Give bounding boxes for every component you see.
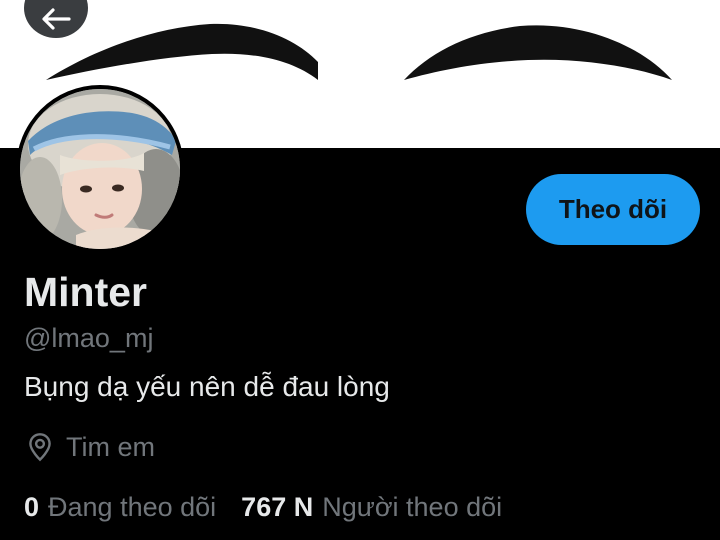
following-count: 0 [24, 492, 40, 522]
avatar-photo [20, 89, 180, 249]
location-row: Tim em [24, 430, 155, 464]
location-text: Tim em [66, 432, 155, 462]
right-eyebrow [404, 25, 672, 80]
arrow-left-icon [42, 8, 71, 30]
location-pin-icon [29, 433, 51, 462]
left-eyebrow [46, 23, 318, 80]
avatar[interactable] [20, 89, 180, 249]
following-label: Đang theo dõi [48, 492, 217, 522]
followers-count: 767 N [241, 492, 314, 522]
followers-link[interactable]: 767 N Người theo dõi [241, 490, 502, 524]
user-handle: @lmao_mj [24, 323, 154, 353]
bio-text: Bụng dạ yếu nên dễ đau lòng [24, 371, 390, 402]
follow-button[interactable]: Theo dõi [526, 174, 700, 245]
following-link[interactable]: 0 Đang theo dõi [24, 490, 216, 524]
display-name: Minter [24, 269, 147, 315]
follow-stats: 0 Đang theo dõi 767 N Người theo dõi [24, 490, 502, 524]
followers-label: Người theo dõi [322, 492, 503, 522]
